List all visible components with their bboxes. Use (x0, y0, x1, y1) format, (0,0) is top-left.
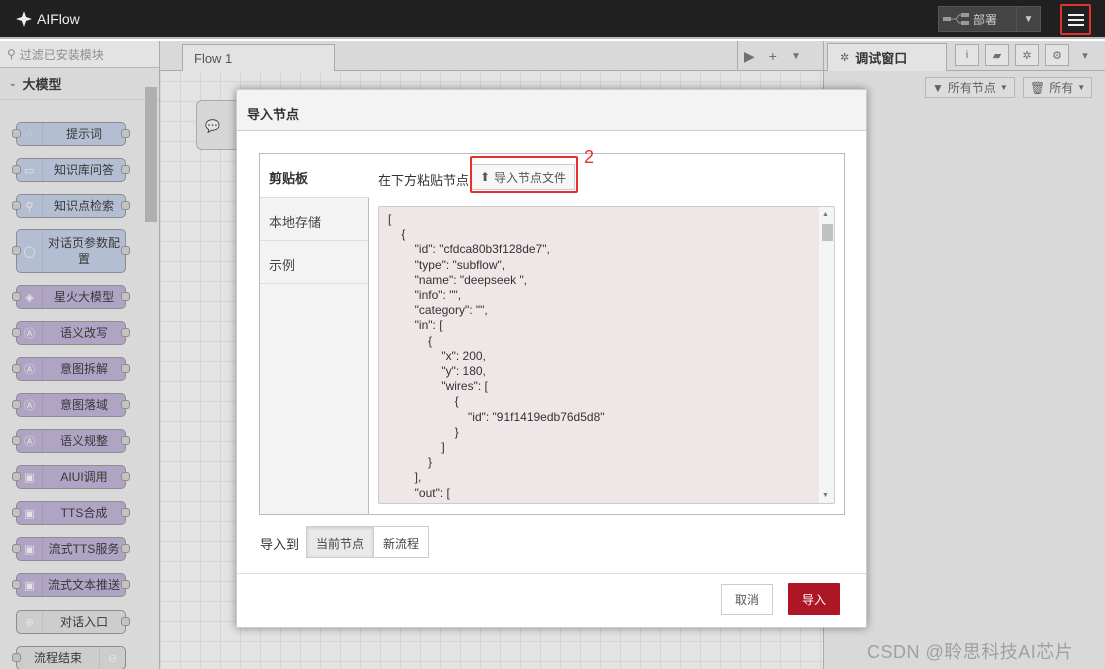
dialog-footer: 取消 导入 (237, 573, 866, 627)
import-button[interactable]: 导入 (788, 583, 840, 615)
textarea-scrollbar[interactable]: ▲ ▼ (819, 207, 834, 503)
main-menu-button[interactable] (1060, 4, 1091, 35)
clipboard-content: [ { "id": "cfdca80b3f128de7", "type": "s… (388, 212, 605, 500)
watermark: CSDN @聆思科技AI芯片 (867, 642, 1074, 662)
clipboard-textarea[interactable]: [ { "id": "cfdca80b3f128de7", "type": "s… (378, 206, 835, 504)
import-to-current-button[interactable]: 当前节点 (307, 527, 375, 557)
deploy-dropdown-icon[interactable]: ▼ (1016, 7, 1040, 31)
hamburger-icon (1067, 13, 1084, 26)
import-to-label: 导入到 (260, 537, 300, 552)
scroll-up-icon[interactable]: ▲ (822, 211, 829, 218)
app-logo[interactable]: AIFlow (15, 10, 80, 28)
scrollbar-thumb[interactable] (822, 224, 833, 241)
import-panel: 剪贴板 本地存储 示例 在下方粘贴节点 ⬆ 导入节点文件 [ { "id": "… (259, 153, 845, 515)
app-name: AIFlow (37, 11, 80, 27)
tab-clipboard[interactable]: 剪贴板 (260, 154, 369, 198)
import-source-tabs: 剪贴板 本地存储 示例 (260, 154, 369, 514)
logo-icon (16, 11, 32, 27)
dialog-title: 导入节点 (237, 90, 866, 131)
app-header: AIFlow 部署 ▼ (0, 0, 1105, 39)
deploy-button[interactable]: 部署 ▼ (938, 6, 1041, 32)
deploy-icon (939, 7, 973, 31)
cancel-button[interactable]: 取消 (721, 584, 773, 615)
annotation-highlight-box (470, 156, 578, 193)
tab-local-storage[interactable]: 本地存储 (260, 198, 368, 241)
import-to-new-flow-button[interactable]: 新流程 (374, 527, 429, 557)
paste-label: 在下方粘贴节点 (378, 173, 470, 188)
deploy-label: 部署 (973, 12, 998, 27)
scroll-down-icon[interactable]: ▼ (822, 492, 829, 499)
tab-examples[interactable]: 示例 (260, 241, 368, 284)
annotation-marker-2: 2 (584, 147, 595, 167)
import-target-toggle: 当前节点 新流程 (306, 526, 430, 558)
